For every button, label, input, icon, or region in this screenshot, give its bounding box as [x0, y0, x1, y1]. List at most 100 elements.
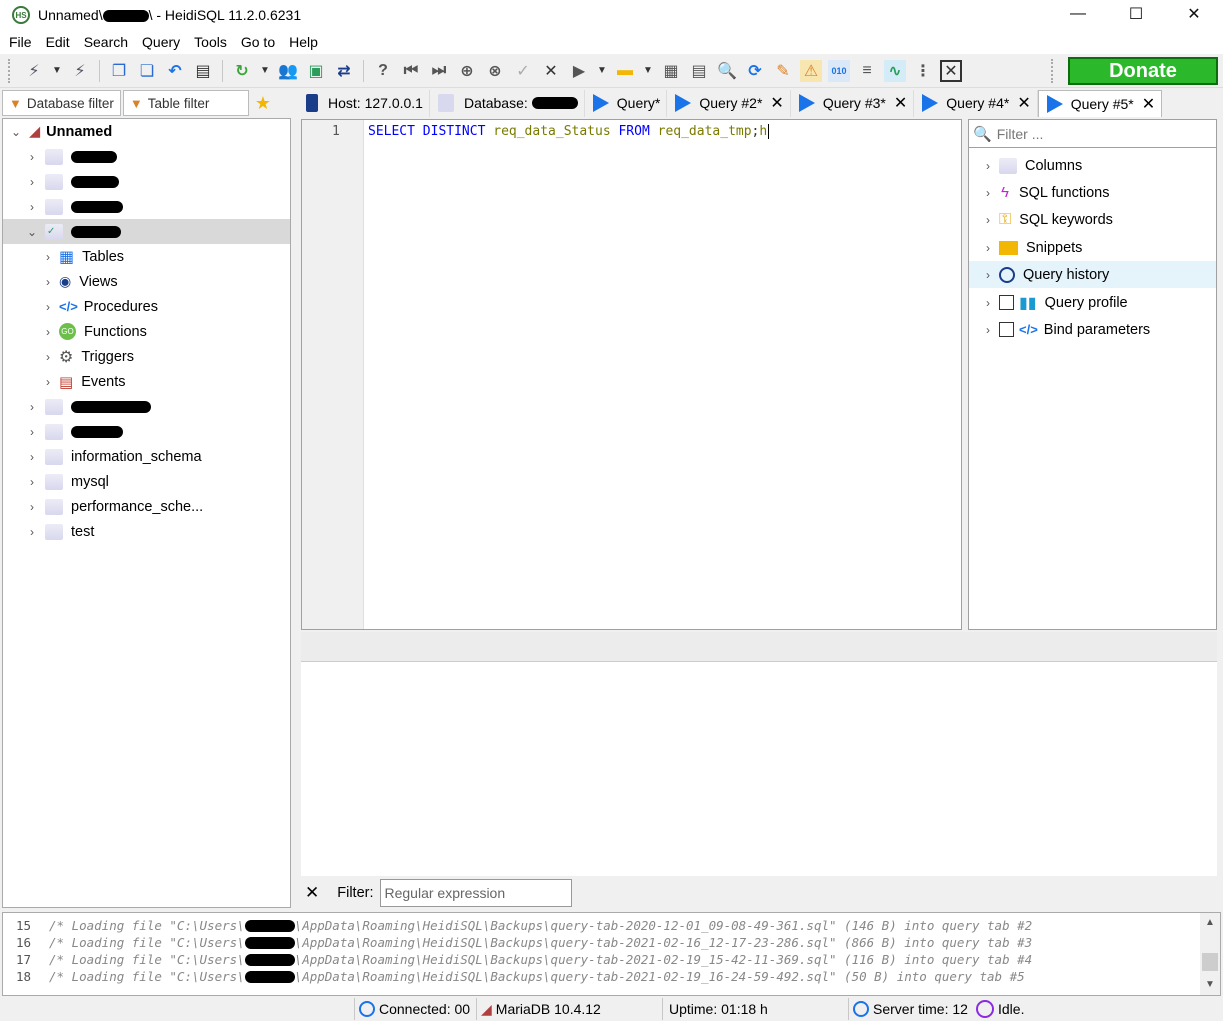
menu-file[interactable]: File — [2, 34, 39, 50]
toolbar-grip-right[interactable] — [1051, 58, 1055, 83]
chevron-right-icon[interactable]: › — [25, 475, 39, 489]
run-dropdown-icon[interactable]: ▼ — [596, 60, 608, 82]
user-manager-icon[interactable]: 👥 — [277, 60, 299, 82]
disconnect-icon[interactable]: ⚡ — [69, 60, 91, 82]
sql-code-line[interactable]: SELECT DISTINCT req_data_Status FROM req… — [368, 124, 778, 139]
paste-icon[interactable]: ❏ — [136, 60, 158, 82]
binary-mode-icon[interactable]: 010 — [828, 59, 850, 82]
help-icon[interactable]: ? — [372, 60, 394, 82]
dropdown-arrow-icon[interactable]: ▼ — [51, 60, 63, 82]
scroll-up-icon[interactable]: ▲ — [1200, 913, 1220, 931]
scrollbar-thumb[interactable] — [1202, 953, 1218, 971]
tab-query-2[interactable]: Query #2* ✕ — [667, 89, 791, 117]
tree-item-database-selected[interactable]: ⌄ ✓ — [3, 219, 290, 244]
tree-item-views[interactable]: › ◉ Views — [3, 269, 290, 294]
open-folder-icon[interactable]: ▬ — [614, 60, 636, 82]
last-record-icon[interactable]: ⏭ — [428, 60, 450, 82]
helper-bind-parameters[interactable]: › </> Bind parameters — [969, 316, 1216, 343]
toolbar-grip[interactable] — [8, 58, 12, 83]
refresh-icon[interactable]: ↻ — [231, 60, 253, 82]
tree-item-database[interactable]: › mysql — [3, 469, 290, 494]
chevron-right-icon[interactable]: › — [41, 300, 55, 314]
tree-item-database[interactable]: › — [3, 144, 290, 169]
tab-database[interactable]: Database: — [430, 89, 585, 117]
chevron-right-icon[interactable]: › — [41, 275, 55, 289]
tab-query-3[interactable]: Query #3* ✕ — [791, 89, 915, 117]
helper-sql-functions[interactable]: › ϟ SQL functions — [969, 179, 1216, 206]
close-tab-icon[interactable]: ✕ — [940, 59, 962, 82]
scroll-down-icon[interactable]: ▼ — [1200, 975, 1220, 993]
chevron-right-icon[interactable]: › — [25, 525, 39, 539]
helper-query-history[interactable]: › Query history — [969, 261, 1216, 288]
chevron-right-icon[interactable]: › — [41, 350, 55, 364]
query-profile-checkbox[interactable] — [999, 295, 1014, 310]
chevron-right-icon[interactable]: › — [41, 375, 55, 389]
run-query-icon[interactable]: ▶ — [568, 60, 590, 82]
tree-item-tables[interactable]: › ▦ Tables — [3, 244, 290, 269]
close-filter-icon[interactable]: ✕ — [305, 883, 319, 903]
save-icon[interactable]: ▦ — [660, 60, 682, 82]
cancel-icon[interactable]: ✕ — [540, 60, 562, 82]
favorites-star-icon[interactable]: ★ — [255, 93, 271, 114]
warnings-icon[interactable]: ⚠ — [800, 59, 822, 82]
tree-item-functions[interactable]: › GO Functions — [3, 319, 290, 344]
format-sql-icon[interactable]: ✎ — [772, 60, 794, 82]
replace-icon[interactable]: ⟳ — [744, 60, 766, 82]
tree-item-database[interactable]: › test — [3, 519, 290, 544]
menu-tools[interactable]: Tools — [187, 34, 234, 50]
chevron-right-icon[interactable]: › — [25, 500, 39, 514]
donate-button[interactable]: Donate — [1068, 57, 1218, 85]
first-record-icon[interactable]: ⏮ — [400, 60, 422, 82]
save-as-icon[interactable]: ▤ — [688, 60, 710, 82]
chevron-right-icon[interactable]: › — [981, 323, 995, 337]
add-record-icon[interactable]: ⊕ — [456, 60, 478, 82]
tab-host[interactable]: Host: 127.0.0.1 — [298, 89, 430, 117]
close-window-button[interactable]: ✕ — [1165, 0, 1223, 28]
close-tab-icon[interactable]: ✕ — [894, 93, 907, 113]
undo-icon[interactable]: ↶ — [164, 60, 186, 82]
refresh-dropdown-icon[interactable]: ▼ — [259, 60, 271, 82]
regex-filter-input[interactable]: Regular expression — [379, 879, 572, 907]
menu-search[interactable]: Search — [77, 34, 135, 50]
tree-item-triggers[interactable]: › ⚙ Triggers — [3, 344, 290, 369]
chevron-right-icon[interactable]: › — [25, 150, 39, 164]
chevron-right-icon[interactable]: › — [981, 296, 995, 310]
delete-record-icon[interactable]: ⊗ — [484, 60, 506, 82]
tab-query-1[interactable]: Query* — [585, 89, 668, 117]
helper-query-profile[interactable]: › ▮▮ Query profile — [969, 289, 1216, 316]
helper-sql-keywords[interactable]: › ⚿ SQL keywords — [969, 206, 1216, 233]
chevron-right-icon[interactable]: › — [41, 250, 55, 264]
sync-icon[interactable]: ⇄ — [333, 60, 355, 82]
chevron-right-icon[interactable]: › — [981, 159, 995, 173]
tree-item-events[interactable]: › ▤ Events — [3, 369, 290, 394]
close-tab-icon[interactable]: ✕ — [1142, 94, 1155, 114]
find-icon[interactable]: 🔍 — [716, 60, 738, 82]
tree-item-database[interactable]: › — [3, 419, 290, 444]
chevron-down-icon[interactable]: ⌄ — [25, 225, 39, 239]
sql-editor[interactable]: 1 SELECT DISTINCT req_data_Status FROM r… — [301, 119, 962, 630]
tree-item-database[interactable]: › information_schema — [3, 444, 290, 469]
menu-query[interactable]: Query — [135, 34, 187, 50]
tree-item-database[interactable]: › — [3, 394, 290, 419]
print-icon[interactable]: ▤ — [192, 60, 214, 82]
export-icon[interactable]: ▣ — [305, 60, 327, 82]
minimize-button[interactable]: — — [1049, 0, 1107, 28]
tab-query-5[interactable]: Query #5* ✕ — [1037, 89, 1163, 117]
chevron-right-icon[interactable]: › — [25, 175, 39, 189]
chevron-right-icon[interactable]: › — [25, 400, 39, 414]
chevron-down-icon[interactable]: ⌄ — [9, 125, 23, 139]
connect-plug-icon[interactable]: ⚡ — [23, 60, 45, 82]
tab-query-4[interactable]: Query #4* ✕ — [914, 89, 1038, 117]
tree-item-database[interactable]: › performance_sche... — [3, 494, 290, 519]
chevron-right-icon[interactable]: › — [25, 450, 39, 464]
chevron-right-icon[interactable]: › — [25, 200, 39, 214]
chevron-right-icon[interactable]: › — [981, 213, 995, 227]
close-tab-icon[interactable]: ✕ — [770, 93, 783, 113]
chevron-right-icon[interactable]: › — [41, 325, 55, 339]
log-scrollbar[interactable]: ▲ ▼ — [1200, 913, 1220, 995]
wrap-lines-icon[interactable]: ≡ — [856, 60, 878, 82]
maximize-button[interactable]: ☐ — [1107, 0, 1165, 28]
chevron-right-icon[interactable]: › — [25, 425, 39, 439]
menu-help[interactable]: Help — [282, 34, 325, 50]
sql-log-panel[interactable]: 15 /* Loading file "C:\Users\ \AppData\Ro… — [2, 912, 1221, 996]
